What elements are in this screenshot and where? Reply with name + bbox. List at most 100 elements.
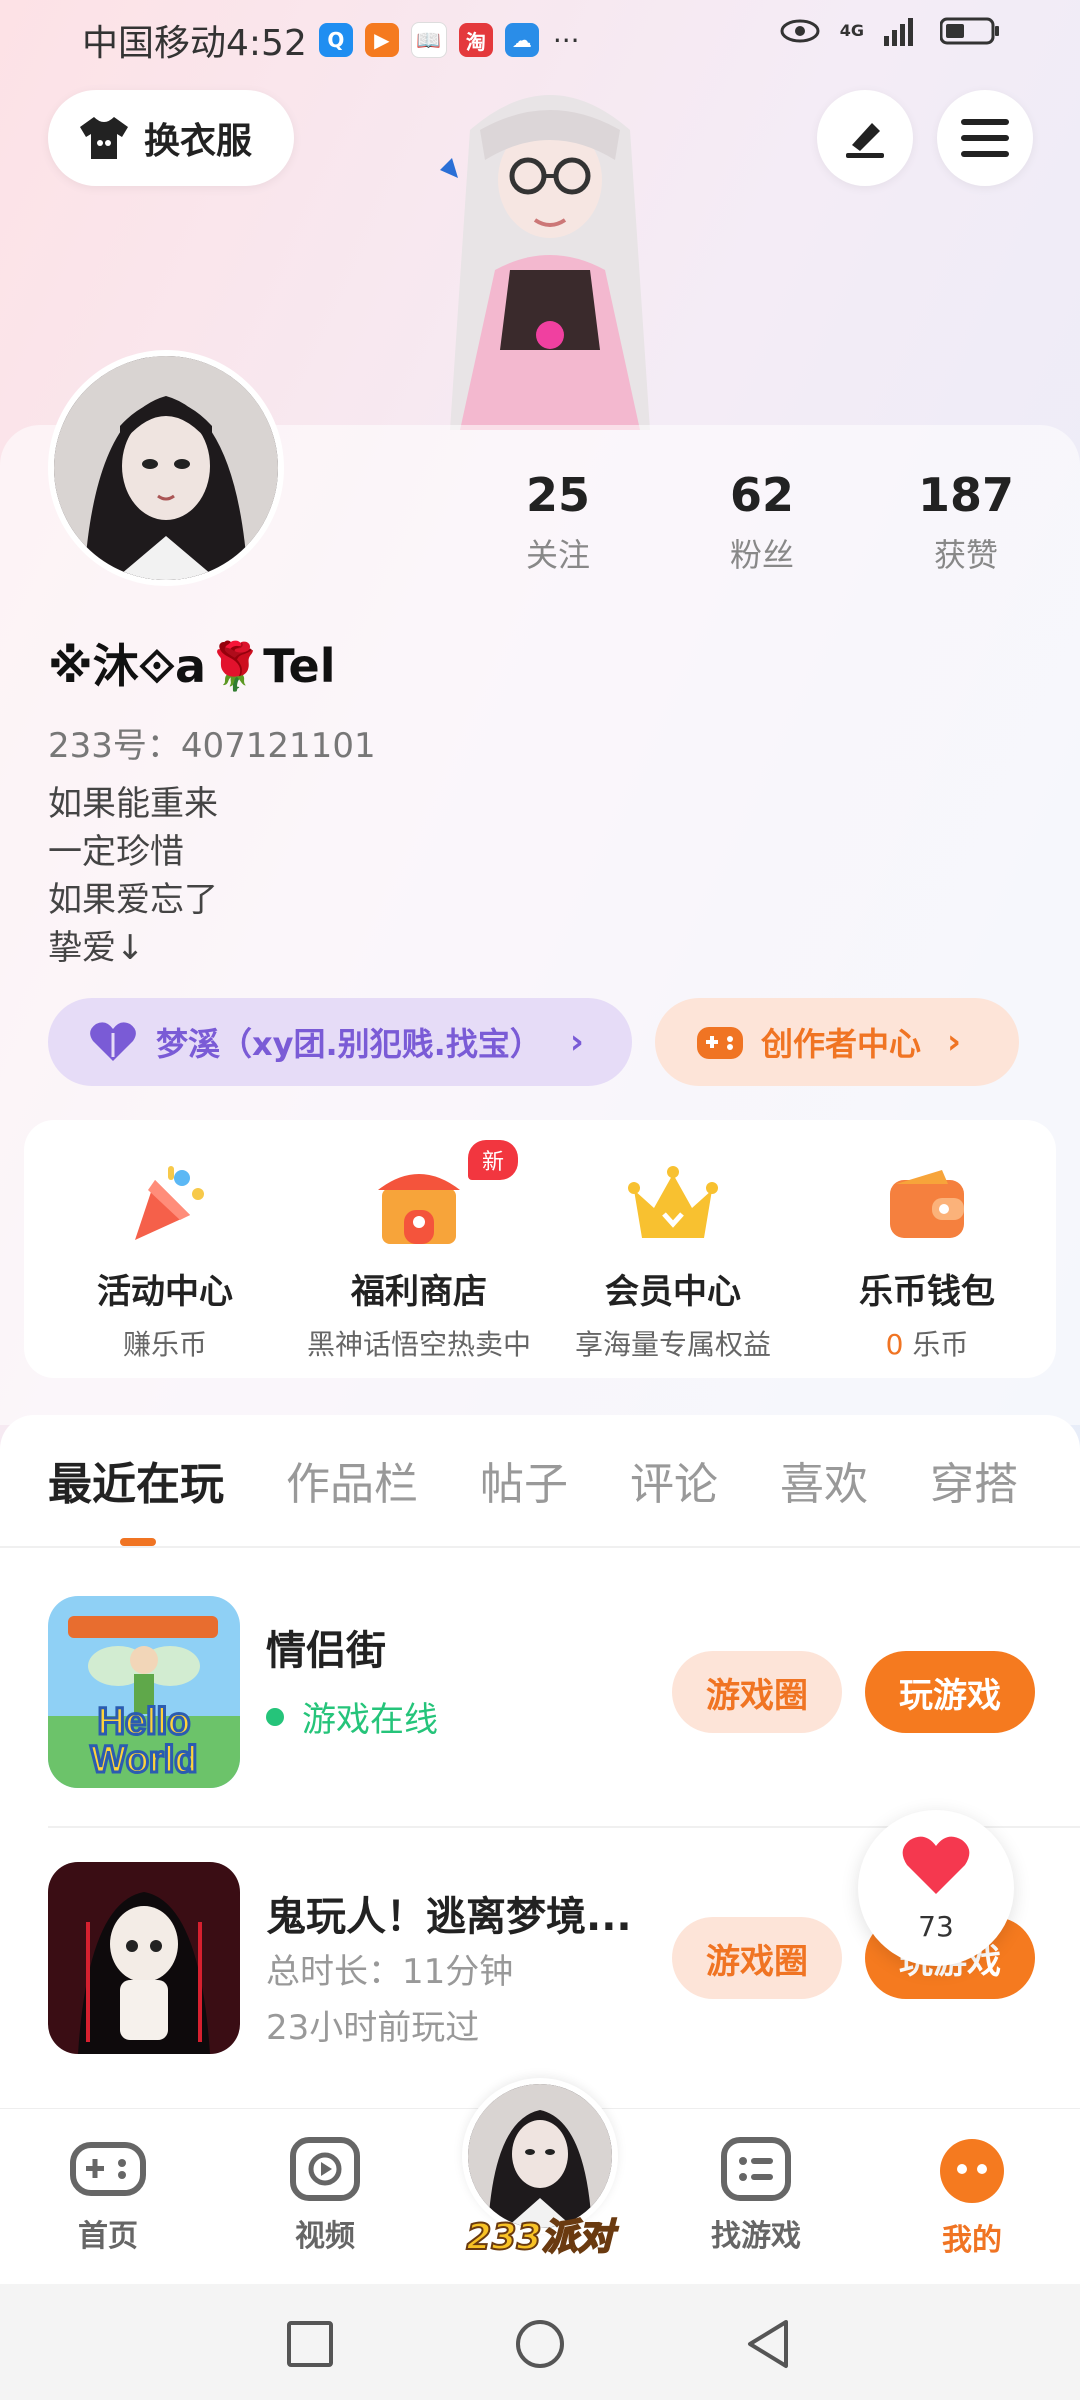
battery-icon (940, 17, 999, 45)
game-icon[interactable]: Hello World (48, 1596, 240, 1788)
tab-outfits[interactable]: 穿搭 (930, 1448, 1018, 1512)
menu-icon (961, 119, 1009, 157)
game-icon-text: Hello (98, 1701, 191, 1743)
nav-me[interactable]: 我的 (892, 2137, 1052, 2259)
edit-profile-button[interactable] (817, 90, 913, 186)
feature-title: 乐币钱包 (859, 1272, 995, 1312)
group-button[interactable]: 梦溪（xy团.别犯贱.找宝） › (48, 998, 632, 1086)
pen-icon (846, 123, 884, 158)
stat-following[interactable]: 25 关注 (468, 468, 648, 576)
heart-icon (902, 1836, 970, 1894)
bio: 如果能重来 一定珍惜 如果爱忘了 挚爱↓ (48, 780, 218, 972)
likes-label: 获赞 (933, 536, 998, 574)
likes-count: 187 (917, 468, 1015, 522)
tab-comments[interactable]: 评论 (630, 1448, 718, 1512)
nav-video-label: 视频 (295, 2219, 355, 2254)
followers-count: 62 (729, 468, 794, 522)
more-notifications: ··· (552, 23, 580, 57)
followers-label: 粉丝 (729, 536, 794, 574)
game-icon-text: World (91, 1739, 198, 1781)
chevron-right-icon: › (569, 1022, 584, 1062)
creator-center-button[interactable]: 创作者中心 › (655, 998, 1019, 1086)
bio-line: 如果爱忘了 (48, 880, 218, 920)
feature-coin-wallet[interactable]: 乐币钱包 0 乐币 (802, 1160, 1052, 1363)
game-circle-button[interactable]: 游戏圈 (672, 1917, 842, 1999)
tab-recently-played[interactable]: 最近在玩 (48, 1448, 224, 1512)
bio-line: 挚爱↓ (48, 928, 145, 968)
crown-icon (628, 1160, 718, 1250)
feature-activity-center[interactable]: 活动中心 赚乐币 (40, 1160, 290, 1363)
game-online-status: 游戏在线 (266, 1692, 438, 1741)
shirt-icon (80, 117, 128, 159)
network-type: 4G (839, 21, 864, 40)
nickname: ※沐⟐a🌹Tel (48, 639, 336, 693)
like-float-button[interactable]: 73 (858, 1810, 1014, 1966)
feature-subtitle: 赚乐币 (122, 1328, 207, 1361)
online-label: 游戏在线 (302, 1700, 438, 1740)
smiley-icon (940, 2139, 1004, 2203)
feature-subtitle: 0 乐币 (802, 1323, 1052, 1363)
stat-followers[interactable]: 62 粉丝 (672, 468, 852, 576)
bio-line: 一定珍惜 (48, 832, 184, 872)
tab-works[interactable]: 作品栏 (286, 1448, 418, 1512)
feature-subtitle: 黑神话悟空热卖中 (306, 1328, 531, 1361)
nav-find-games-label: 找游戏 (711, 2219, 801, 2254)
carrier-time: 中国移动4:52 (82, 23, 307, 64)
game-row[interactable]: Hello World 情侣街 游戏在线 游戏圈 玩游戏 (48, 1596, 1035, 1788)
game-icon[interactable] (48, 1862, 240, 2054)
avatar-character-figure[interactable] (400, 70, 700, 430)
taobao-app-icon: 淘 (458, 23, 493, 57)
nav-me-label: 我的 (942, 2223, 1002, 2258)
features-card: 活动中心 赚乐币 福利商店 黑神话悟空热卖中 新 会员中心 享海量专属权益 乐币… (24, 1120, 1056, 1378)
feature-title: 会员中心 (605, 1272, 741, 1312)
coin-unit: 乐币 (903, 1328, 969, 1361)
feature-member-center[interactable]: 会员中心 享海量专属权益 (548, 1160, 798, 1363)
online-dot (266, 1707, 284, 1726)
shop-icon (374, 1160, 464, 1250)
weather-app-icon: ☁ (504, 23, 539, 57)
feature-welfare-shop[interactable]: 福利商店 黑神话悟空热卖中 (294, 1160, 544, 1363)
play-game-button[interactable]: 玩游戏 (865, 1651, 1035, 1733)
signal-icon (884, 18, 913, 46)
user-avatar[interactable] (48, 350, 284, 586)
back-icon[interactable] (744, 2318, 792, 2370)
chevron-right-icon: › (947, 1022, 962, 1062)
new-badge: 新 (468, 1140, 519, 1180)
nav-video[interactable]: 视频 (245, 2137, 405, 2255)
feature-subtitle: 享海量专属权益 (574, 1328, 771, 1361)
eye-icon (780, 19, 820, 43)
nav-home[interactable]: 首页 (28, 2137, 188, 2255)
search-app-icon: Q (318, 23, 353, 57)
book-app-icon: 📖 (410, 22, 447, 58)
feature-title: 福利商店 (351, 1272, 487, 1312)
game-duration: 总时长：11分钟 (266, 1952, 514, 1992)
following-count: 25 (525, 468, 590, 522)
tabs-divider (0, 1546, 1080, 1548)
game-title: 情侣街 (266, 1628, 386, 1674)
party-label[interactable]: 233派对 (440, 2208, 640, 2260)
feature-title: 活动中心 (97, 1272, 233, 1312)
video-app-icon: ▶ (364, 23, 399, 57)
following-label: 关注 (525, 536, 590, 574)
group-label: 梦溪（xy团.别犯贱.找宝） (156, 1025, 542, 1063)
gamepad-icon (70, 2142, 146, 2196)
game-circle-button[interactable]: 游戏圈 (672, 1651, 842, 1733)
gamepad-icon (697, 1027, 743, 1059)
active-tab-indicator (120, 1538, 156, 1546)
change-outfit-button[interactable]: 换衣服 (48, 90, 294, 186)
list-icon (721, 2137, 791, 2201)
status-bar: 中国移动4:52 Q ▶ 📖 淘 ☁ ··· 4G (0, 0, 1080, 76)
stat-likes[interactable]: 187 获赞 (876, 468, 1056, 576)
creator-center-label: 创作者中心 (761, 1025, 922, 1063)
home-icon[interactable] (514, 2318, 566, 2370)
like-count: 73 (918, 1910, 954, 1943)
nav-find-games[interactable]: 找游戏 (676, 2137, 836, 2255)
recent-apps-icon[interactable] (286, 2320, 334, 2368)
wallet-icon (882, 1160, 972, 1250)
profile-tabs: 最近在玩 作品栏 帖子 评论 喜欢 穿搭 (48, 1448, 1080, 1512)
change-outfit-label: 换衣服 (144, 121, 253, 162)
game-title: 鬼玩人！逃离梦境... (266, 1894, 632, 1940)
menu-button[interactable] (937, 90, 1033, 186)
tab-posts[interactable]: 帖子 (480, 1448, 568, 1512)
tab-likes[interactable]: 喜欢 (780, 1448, 868, 1512)
